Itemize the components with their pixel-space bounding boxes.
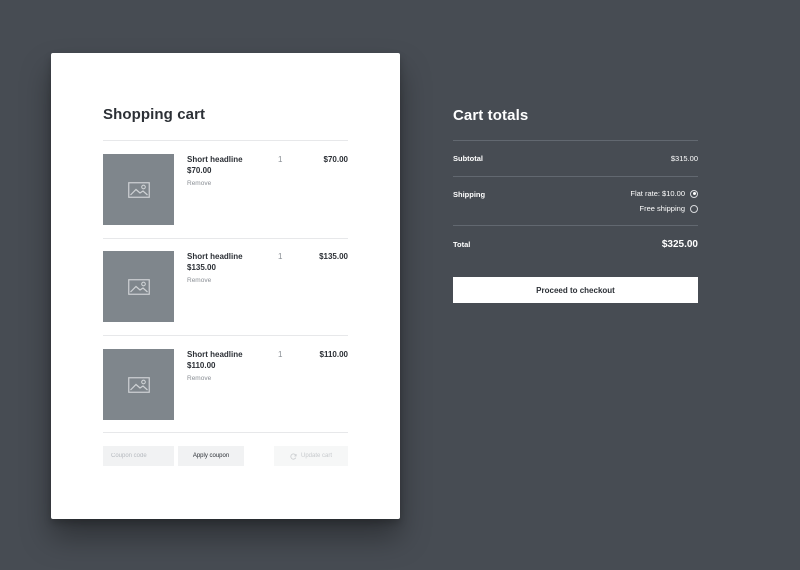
item-price: $70.00 [187,166,212,175]
item-quantity[interactable]: 1 [278,155,282,164]
shopping-cart-panel: Shopping cart Short headline $70.00 Remo… [51,53,400,519]
item-quantity[interactable]: 1 [278,252,282,261]
shipping-option-flat-rate[interactable]: Flat rate: $10.00 [630,189,698,198]
remove-link[interactable]: Remove [187,375,211,382]
shipping-label: Shipping [453,190,486,199]
item-price: $110.00 [187,361,216,370]
item-name[interactable]: Short headline [187,350,243,359]
total-label: Total [453,240,471,249]
item-name[interactable]: Short headline [187,155,243,164]
cart-totals-panel: Cart totals Subtotal $315.00 Shipping Fl… [453,0,698,570]
item-quantity[interactable]: 1 [278,350,282,359]
image-placeholder-icon [127,278,150,295]
proceed-to-checkout-button[interactable]: Proceed to checkout [453,277,698,303]
divider [103,238,348,239]
item-total: $110.00 [319,350,348,359]
update-cart-button[interactable]: Update cart [274,446,348,466]
refresh-icon [290,453,297,460]
shipping-option-label: Free shipping [639,204,685,213]
image-placeholder-icon [127,376,150,393]
item-name[interactable]: Short headline [187,252,243,261]
update-cart-label: Update cart [300,453,333,459]
subtotal-value: $315.00 [670,154,698,163]
divider [453,140,698,141]
item-total: $70.00 [323,155,348,164]
shipping-option-label: Flat rate: $10.00 [630,189,685,198]
divider [103,432,348,433]
radio-icon[interactable] [690,189,698,198]
radio-icon[interactable] [690,204,698,213]
divider [103,335,348,336]
image-placeholder-icon [127,181,150,198]
apply-coupon-button[interactable]: Apply coupon [178,446,244,466]
product-thumbnail[interactable] [103,251,174,322]
remove-link[interactable]: Remove [187,180,211,187]
cart-item: Short headline $70.00 Remove 1 $70.00 [103,154,348,226]
product-thumbnail[interactable] [103,349,174,420]
shipping-option-free[interactable]: Free shipping [640,204,698,213]
remove-link[interactable]: Remove [187,277,211,284]
item-price: $135.00 [187,263,216,272]
cart-item: Short headline $135.00 Remove 1 $135.00 [103,251,348,323]
total-value: $325.00 [661,239,698,250]
cart-item: Short headline $110.00 Remove 1 $110.00 [103,349,348,421]
totals-title: Cart totals [453,107,529,124]
divider [103,140,348,141]
subtotal-label: Subtotal [453,154,483,163]
divider [453,225,698,226]
product-thumbnail[interactable] [103,154,174,225]
cart-title: Shopping cart [103,106,206,123]
coupon-input[interactable] [103,446,174,466]
item-total: $135.00 [319,252,348,261]
divider [453,176,698,177]
